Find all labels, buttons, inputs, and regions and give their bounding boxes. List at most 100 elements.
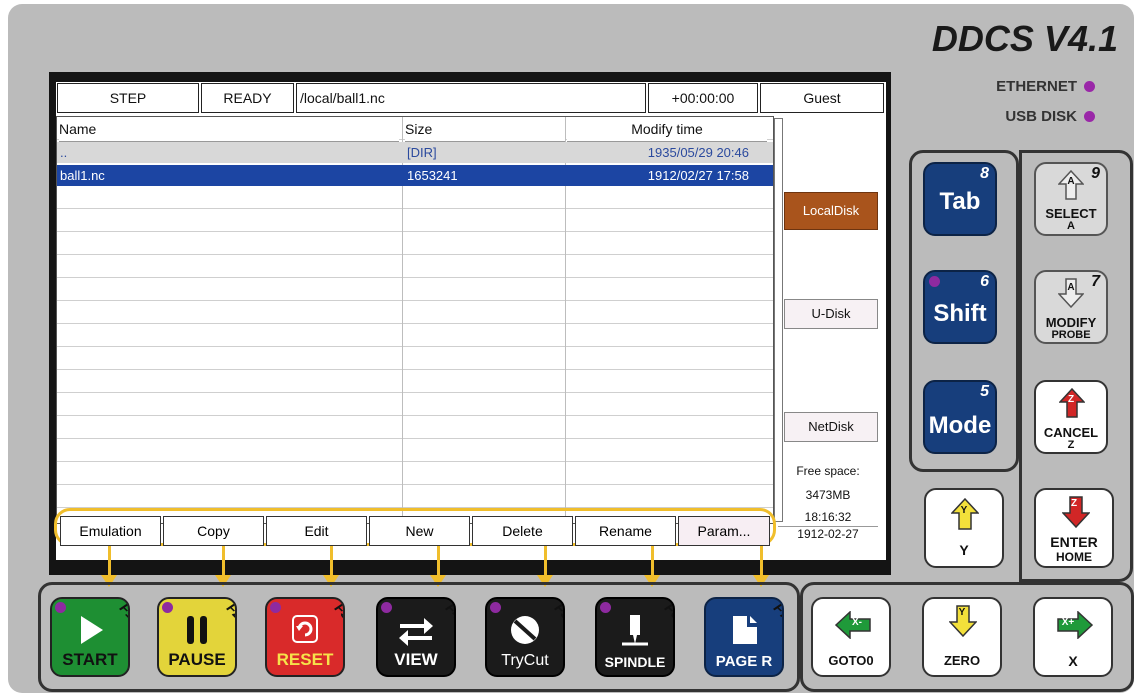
enter-key-label: ENTER xyxy=(1050,534,1098,550)
view-key[interactable]: F4 VIEW xyxy=(376,597,456,677)
page-r-key[interactable]: F7 PAGE R xyxy=(704,597,784,677)
modify-key-label: MODIFY xyxy=(1045,315,1097,330)
connector-line xyxy=(651,546,654,576)
modify-key[interactable]: 7 A MODIFY PROBE xyxy=(1034,270,1108,344)
reset-key[interactable]: F3 RESET xyxy=(265,597,345,677)
swap-arrows-icon xyxy=(378,613,454,652)
spindle-label: SPINDLE xyxy=(604,654,666,670)
col-name-header[interactable]: Name xyxy=(59,117,399,142)
usb-led xyxy=(1084,111,1095,122)
x-key[interactable]: X+ X xyxy=(1033,597,1113,677)
softkey-param[interactable]: Param... xyxy=(678,516,770,546)
file-table: Name Size Modify time .. [DIR] 1935/05/2… xyxy=(56,116,774,524)
table-scrollbar[interactable] xyxy=(774,118,783,522)
spindle-key[interactable]: F6 SPINDLE xyxy=(595,597,675,677)
goto0-key[interactable]: X- GOTO0 xyxy=(811,597,891,677)
free-space-label: Free space: xyxy=(796,464,860,478)
trycut-label: TryCut xyxy=(501,652,549,669)
trycut-key[interactable]: F5 TryCut xyxy=(485,597,565,677)
col-modified-header[interactable]: Modify time xyxy=(567,117,767,142)
free-space-value: 3473MB xyxy=(805,488,851,502)
cancel-glyph: Z xyxy=(1067,394,1075,405)
softkey-edit[interactable]: Edit xyxy=(266,516,367,546)
tab-key[interactable]: 8 Tab xyxy=(923,162,997,236)
cancel-key-label: CANCEL xyxy=(1043,425,1099,440)
y-key[interactable]: Y Y xyxy=(924,488,1004,568)
key-number: 5 xyxy=(980,383,989,400)
spindle-led xyxy=(600,602,611,613)
shift-key-label: Shift xyxy=(933,300,987,327)
pause-icon xyxy=(159,613,235,652)
clock-date: 1912-02-27 xyxy=(778,526,878,541)
row-modified: 1935/05/29 20:46 xyxy=(647,145,749,160)
mode-key[interactable]: 5 Mode xyxy=(923,380,997,454)
pause-label: PAUSE xyxy=(168,650,226,669)
elapsed-timer: +00:00:00 xyxy=(648,83,758,113)
lcd-screen: STEP READY /local/ball1.nc +00:00:00 Gue… xyxy=(56,82,886,560)
cancel-key[interactable]: Z CANCEL Z xyxy=(1034,380,1108,454)
shift-key[interactable]: 6 Shift xyxy=(923,270,997,344)
row-size: [DIR] xyxy=(407,145,437,160)
connector-line xyxy=(108,546,111,576)
select-glyph: A xyxy=(1067,176,1075,187)
u-disk-button[interactable]: U-Disk xyxy=(784,299,878,329)
file-path: /local/ball1.nc xyxy=(296,83,646,113)
mode-key-label: Mode xyxy=(928,412,992,439)
select-key-label: SELECT xyxy=(1045,206,1097,221)
ethernet-label: ETHERNET xyxy=(996,78,1077,95)
row-size: 1653241 xyxy=(407,168,458,183)
enter-key[interactable]: Z ENTER HOME xyxy=(1034,488,1114,568)
mode-status: STEP xyxy=(57,83,199,113)
row-name: .. xyxy=(60,145,68,160)
zero-key-label: ZERO xyxy=(943,653,981,668)
zero-glyph: Y xyxy=(958,607,966,618)
cancel-key-sub: Z xyxy=(1067,439,1075,451)
row-modified: 1912/02/27 17:58 xyxy=(647,168,749,183)
spindle-icon xyxy=(597,613,673,652)
select-key[interactable]: 9 A SELECT A xyxy=(1034,162,1108,236)
run-status: READY xyxy=(201,83,294,113)
connector-line xyxy=(760,546,763,576)
goto0-key-label: GOTO0 xyxy=(828,653,874,668)
softkey-rename[interactable]: Rename xyxy=(575,516,676,546)
net-disk-button[interactable]: NetDisk xyxy=(784,412,878,442)
col-size-header[interactable]: Size xyxy=(405,117,565,142)
ethernet-led xyxy=(1084,81,1095,92)
softkey-emulation[interactable]: Emulation xyxy=(60,516,161,546)
play-icon xyxy=(52,613,128,652)
no-cut-icon xyxy=(487,613,563,652)
softkey-copy[interactable]: Copy xyxy=(163,516,264,546)
row-name: ball1.nc xyxy=(60,168,105,183)
goto0-glyph: X- xyxy=(852,617,862,628)
table-row-selected[interactable]: ball1.nc 1653241 1912/02/27 17:58 xyxy=(57,165,773,186)
usb-indicator: USB DISK xyxy=(1005,108,1095,125)
reset-led xyxy=(270,602,281,613)
page-r-label: PAGE R xyxy=(715,653,773,670)
select-key-sub: A xyxy=(1067,220,1075,232)
zero-key[interactable]: Y ZERO xyxy=(922,597,1002,677)
local-disk-button[interactable]: LocalDisk xyxy=(784,192,878,230)
brand-title: DDCS V4.1 xyxy=(931,18,1118,59)
connector-line xyxy=(222,546,225,576)
reset-icon xyxy=(267,613,343,652)
y-glyph: Y xyxy=(960,505,968,516)
x-glyph: X+ xyxy=(1061,617,1075,628)
start-key[interactable]: F1 START xyxy=(50,597,130,677)
page-icon xyxy=(706,613,782,652)
key-number: 8 xyxy=(980,165,989,182)
pause-key[interactable]: F2 PAUSE xyxy=(157,597,237,677)
view-led xyxy=(381,602,392,613)
connector-line xyxy=(544,546,547,576)
view-label: VIEW xyxy=(394,650,438,669)
softkey-new[interactable]: New xyxy=(369,516,470,546)
enter-glyph: Z xyxy=(1070,498,1078,509)
table-row-parent-dir[interactable]: .. [DIR] 1935/05/29 20:46 xyxy=(57,142,773,163)
reset-label: RESET xyxy=(276,650,334,669)
key-number: 6 xyxy=(980,273,989,290)
start-label: START xyxy=(62,650,118,669)
softkey-delete[interactable]: Delete xyxy=(472,516,573,546)
ethernet-indicator: ETHERNET xyxy=(996,78,1095,95)
enter-key-sub: HOME xyxy=(1056,550,1092,564)
connector-line xyxy=(437,546,440,576)
connector-line xyxy=(330,546,333,576)
